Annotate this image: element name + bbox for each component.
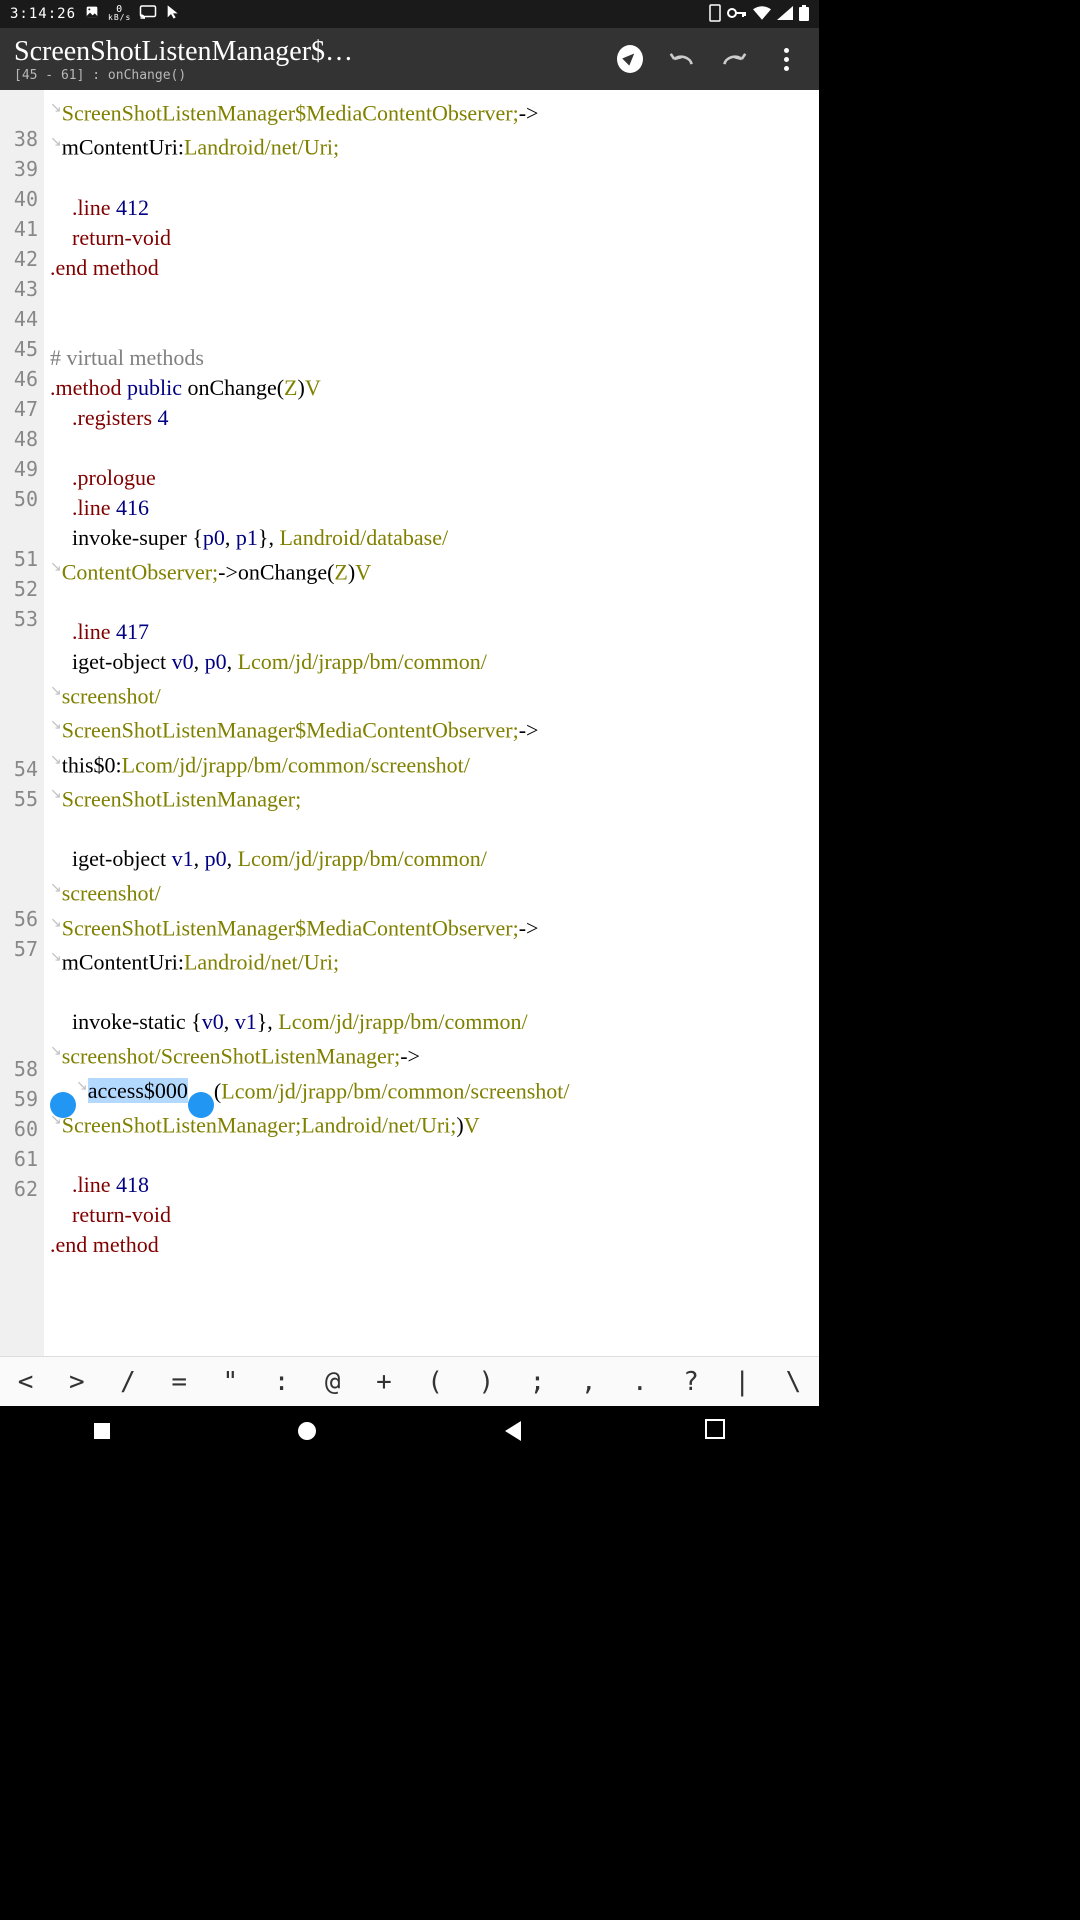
status-bar: 3:14:26 0 kB/s	[0, 0, 819, 28]
line-number	[0, 874, 38, 904]
portrait-icon	[709, 4, 721, 25]
more-icon[interactable]	[773, 46, 799, 72]
line-number: 43	[0, 274, 38, 304]
compass-icon[interactable]	[617, 46, 643, 72]
network-speed: 0 kB/s	[108, 6, 131, 22]
screenshot-icon	[84, 4, 100, 24]
symbol-key[interactable]: >	[61, 1363, 93, 1401]
battery-icon	[799, 5, 809, 24]
line-number: 59	[0, 1084, 38, 1114]
status-time: 3:14:26	[10, 6, 76, 22]
line-number: 60	[0, 1114, 38, 1144]
line-gutter: 38394041424344454647484950 515253 5455 5657…	[0, 90, 44, 1356]
navigation-bar	[0, 1406, 819, 1456]
line-number: 62	[0, 1174, 38, 1204]
app-actions	[617, 46, 805, 72]
symbol-key[interactable]: .	[624, 1363, 656, 1401]
line-number: 41	[0, 214, 38, 244]
line-number: 52	[0, 574, 38, 604]
nav-back-icon[interactable]	[505, 1421, 521, 1441]
symbol-key[interactable]: (	[419, 1363, 451, 1401]
status-right	[709, 4, 809, 25]
symbol-key[interactable]: )	[470, 1363, 502, 1401]
line-number: 38	[0, 124, 38, 154]
app-bar: ScreenShotListenManager$… [45 - 61] : on…	[0, 28, 819, 90]
app-title-block[interactable]: ScreenShotListenManager$… [45 - 61] : on…	[14, 36, 617, 83]
line-number: 53	[0, 604, 38, 634]
selection-start-handle[interactable]	[50, 1092, 76, 1118]
cast-icon	[139, 4, 157, 24]
symbol-key[interactable]: ?	[675, 1363, 707, 1401]
line-number: 58	[0, 1054, 38, 1084]
code-content[interactable]: ↘ScreenShotListenManager$MediaContentObs…	[44, 90, 819, 1356]
line-number	[0, 844, 38, 874]
code-editor[interactable]: 38394041424344454647484950 515253 5455 5657…	[0, 90, 819, 1356]
undo-icon[interactable]	[669, 46, 695, 72]
line-number: 39	[0, 154, 38, 184]
line-number: 54	[0, 754, 38, 784]
selected-text: access$000	[88, 1078, 188, 1103]
symbol-key[interactable]: ;	[522, 1363, 554, 1401]
status-left: 3:14:26 0 kB/s	[10, 4, 181, 24]
selection-end-handle[interactable]	[188, 1092, 214, 1118]
line-number: 51	[0, 544, 38, 574]
line-number	[0, 964, 38, 994]
line-number: 45	[0, 334, 38, 364]
line-number	[0, 664, 38, 694]
line-number	[0, 814, 38, 844]
signal-icon	[777, 6, 793, 23]
line-number	[0, 94, 38, 124]
symbol-key[interactable]: <	[10, 1363, 42, 1401]
nav-home-icon[interactable]	[298, 1422, 316, 1440]
line-number: 48	[0, 424, 38, 454]
line-number: 42	[0, 244, 38, 274]
line-number	[0, 514, 38, 544]
symbol-key[interactable]: +	[368, 1363, 400, 1401]
symbol-key[interactable]: /	[112, 1363, 144, 1401]
nav-recent-icon[interactable]	[94, 1423, 110, 1439]
wifi-icon	[753, 6, 771, 23]
line-number: 40	[0, 184, 38, 214]
line-number	[0, 1024, 38, 1054]
file-title: ScreenShotListenManager$…	[14, 36, 617, 68]
symbol-key[interactable]: \	[778, 1363, 810, 1401]
line-number: 47	[0, 394, 38, 424]
vpn-key-icon	[727, 6, 747, 22]
line-number: 50	[0, 484, 38, 514]
line-number: 57	[0, 934, 38, 964]
symbol-key[interactable]: |	[726, 1363, 758, 1401]
line-number	[0, 724, 38, 754]
line-number: 61	[0, 1144, 38, 1174]
line-number: 46	[0, 364, 38, 394]
file-subtitle: [45 - 61] : onChange()	[14, 68, 617, 83]
symbol-key[interactable]: @	[317, 1363, 349, 1401]
symbol-toolbar: < > / = ": @ + ();,.? | \	[0, 1356, 819, 1406]
line-number: 44	[0, 304, 38, 334]
symbol-key[interactable]: =	[163, 1363, 195, 1401]
line-number: 55	[0, 784, 38, 814]
line-number	[0, 694, 38, 724]
line-number	[0, 994, 38, 1024]
nav-copy-icon[interactable]	[709, 1423, 725, 1439]
cursor-icon	[165, 4, 181, 24]
line-number: 49	[0, 454, 38, 484]
symbol-key[interactable]: ,	[573, 1363, 605, 1401]
line-number	[0, 634, 38, 664]
symbol-key[interactable]: :	[266, 1363, 298, 1401]
symbol-key[interactable]: "	[215, 1363, 247, 1401]
redo-icon[interactable]	[721, 46, 747, 72]
line-number: 56	[0, 904, 38, 934]
